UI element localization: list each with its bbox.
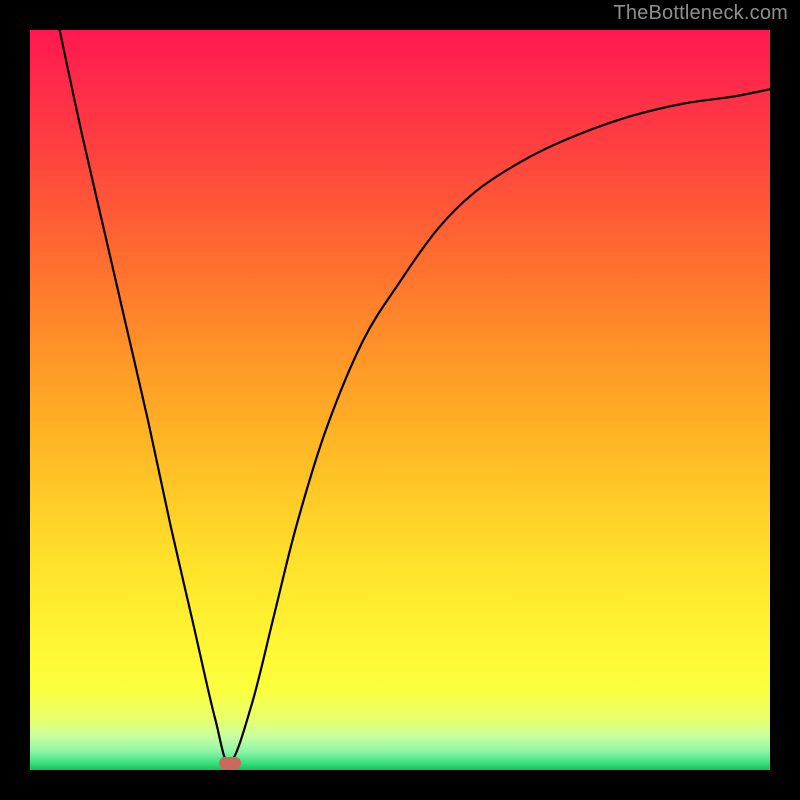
chart-stage: TheBottleneck.com [0, 0, 800, 800]
bottleneck-curve [60, 30, 770, 763]
plot-area [30, 30, 770, 770]
watermark-text: TheBottleneck.com [613, 2, 788, 25]
curve-svg [30, 30, 770, 770]
optimal-point-marker [219, 757, 241, 769]
